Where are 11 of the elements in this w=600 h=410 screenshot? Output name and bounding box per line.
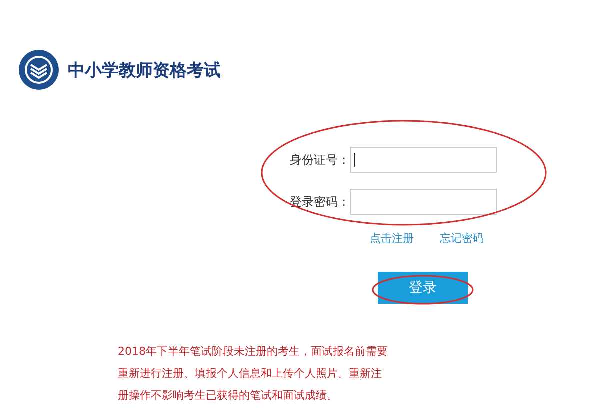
site-title: 中小学教师资格考试 [68, 60, 221, 82]
notice-line: 2018年下半年笔试阶段未注册的考生，面试报名前需要 [118, 344, 389, 360]
input-field[interactable] [350, 189, 497, 215]
text-link[interactable]: 忘记密码 [440, 231, 484, 246]
text-link[interactable]: 点击注册 [370, 231, 414, 246]
notice-line: 重新进行注册、填报个人信息和上传个人照片。重新注 [118, 366, 383, 382]
input-field[interactable] [350, 147, 497, 173]
login-button[interactable]: 登录 [378, 272, 468, 304]
field-label: 身份证号： [290, 152, 350, 168]
notice-line: 册操作不影响考生已获得的笔试和面试成绩。 [118, 388, 339, 404]
logo-icon [18, 49, 60, 91]
